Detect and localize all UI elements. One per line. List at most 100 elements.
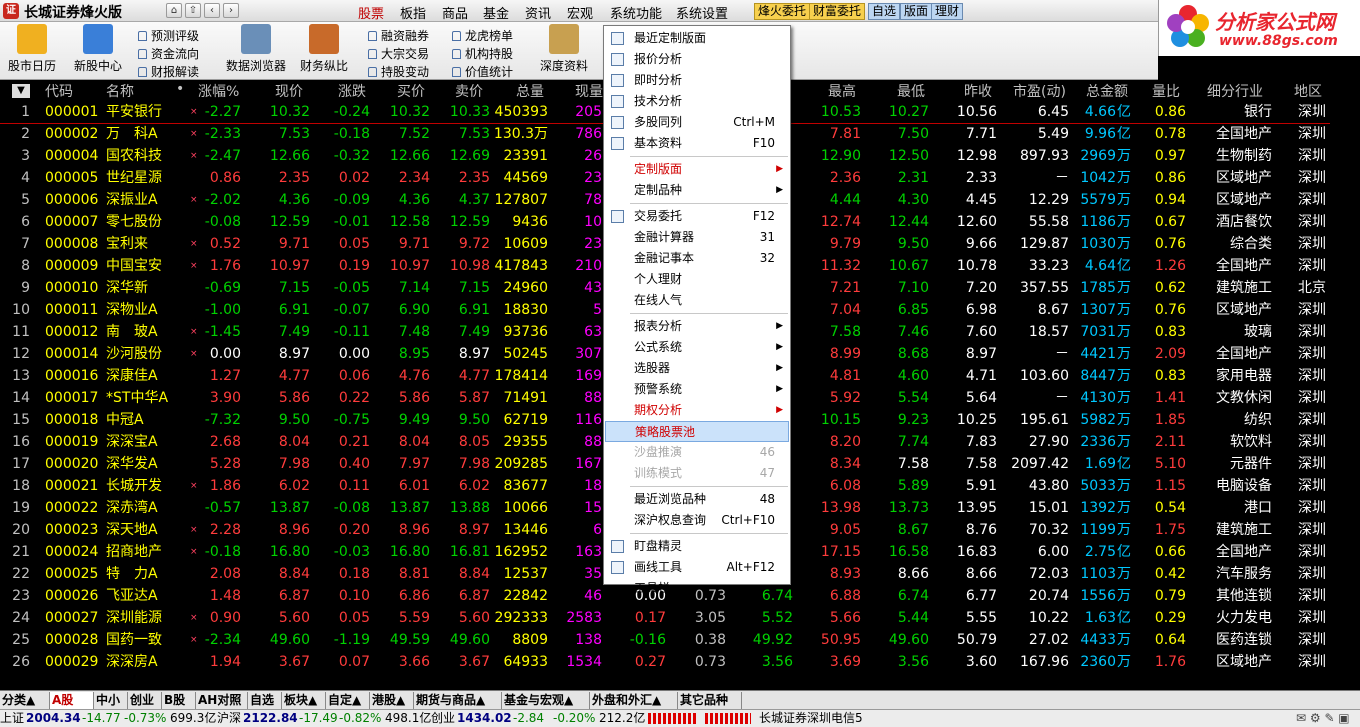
col-header-amount[interactable]: 总金额 bbox=[1086, 81, 1128, 101]
home-icon[interactable]: ⌂ bbox=[166, 3, 182, 18]
menu-5[interactable]: 宏观 bbox=[567, 3, 593, 22]
tab-3[interactable]: 创业 bbox=[128, 692, 162, 709]
col-header-price[interactable]: 现价 bbox=[275, 81, 303, 101]
tab-1[interactable]: A股 bbox=[50, 692, 94, 709]
toolbar-small-5[interactable]: 持股变动 bbox=[368, 63, 429, 80]
toolbar-big-label: 数据浏览器 bbox=[226, 59, 287, 73]
menu-7[interactable]: 系统设置 bbox=[676, 3, 728, 22]
menu-item-2[interactable]: 即时分析 bbox=[605, 70, 789, 91]
trade-button-4[interactable]: 理财 bbox=[931, 3, 964, 20]
col-header-chg_pct[interactable]: 涨幅% bbox=[198, 81, 239, 101]
col-header-cur[interactable]: 现量 bbox=[575, 81, 603, 101]
col-header-dot[interactable]: • bbox=[176, 81, 184, 101]
menu-item-25[interactable]: 最近浏览品种 48 bbox=[605, 489, 789, 510]
menu-item-29[interactable]: 画线工具 Alt+F12 bbox=[605, 557, 789, 578]
menu-item-16[interactable]: 报表分析 ▶ bbox=[605, 316, 789, 337]
col-header-code[interactable]: 代码 bbox=[45, 81, 73, 101]
tab-11[interactable]: 基金与宏观▲ bbox=[502, 692, 590, 709]
trade-button-0[interactable]: 烽火委托 bbox=[754, 3, 811, 20]
menu-item-26[interactable]: 深沪权息查询 Ctrl+F10 bbox=[605, 510, 789, 531]
toolbar-big-1[interactable]: 新股中心 bbox=[74, 24, 122, 74]
menu-item-30[interactable]: 工具栏 bbox=[605, 578, 789, 599]
menu-item-4[interactable]: 多股同列 Ctrl+M bbox=[605, 112, 789, 133]
tab-4[interactable]: B股 bbox=[162, 692, 196, 709]
trade-button-1[interactable]: 财富委托 bbox=[809, 3, 866, 20]
context-menu[interactable]: 最近定制版面 报价分析 即时分析 技术分析 多股同列 Ctrl+M 基本资料 F10 定制版面 ▶… bbox=[603, 25, 791, 595]
menu-item-12[interactable]: 金融记事本 32 bbox=[605, 248, 789, 269]
tab-9[interactable]: 港股▲ bbox=[370, 692, 414, 709]
menu-item-19[interactable]: 预警系统 ▶ bbox=[605, 379, 789, 400]
menu-item-3[interactable]: 技术分析 bbox=[605, 91, 789, 112]
toolbar-small-2[interactable]: 财报解读 bbox=[138, 63, 199, 80]
menu-item-20[interactable]: 期权分析 ▶ bbox=[605, 400, 789, 421]
menu-item-8[interactable]: 定制品种 ▶ bbox=[605, 180, 789, 201]
menu-item-10[interactable]: 交易委托 F12 bbox=[605, 206, 789, 227]
toolbar-small-0[interactable]: 预测评级 bbox=[138, 27, 199, 44]
col-header-chg[interactable]: 涨跌 bbox=[338, 81, 366, 101]
menu-item-17[interactable]: 公式系统 ▶ bbox=[605, 337, 789, 358]
forward-icon[interactable]: › bbox=[223, 3, 239, 18]
toolbar-small-6[interactable]: 龙虎榜单 bbox=[452, 27, 513, 44]
menu-item-7[interactable]: 定制版面 ▶ bbox=[605, 159, 789, 180]
toolbar-big-0[interactable]: 股市日历 bbox=[8, 24, 56, 74]
cell-10: 786 bbox=[575, 126, 602, 142]
tray-icons[interactable]: ✉ ⚙ ✎ ▣ bbox=[1296, 710, 1350, 727]
col-header-bid[interactable]: 买价 bbox=[397, 81, 425, 101]
tab-7[interactable]: 板块▲ bbox=[282, 692, 326, 709]
menu-4[interactable]: 资讯 bbox=[525, 3, 551, 22]
tab-8[interactable]: 自定▲ bbox=[326, 692, 370, 709]
col-header-prev[interactable]: 昨收 bbox=[964, 81, 992, 101]
col-header-idx[interactable]: ▼ bbox=[12, 84, 30, 98]
menu-item-1[interactable]: 报价分析 bbox=[605, 49, 789, 70]
menu-item-13[interactable]: 个人理财 bbox=[605, 269, 789, 290]
menu-item-18[interactable]: 选股器 ▶ bbox=[605, 358, 789, 379]
col-header-pe[interactable]: 市盈(动) bbox=[1013, 81, 1066, 101]
toolbar-small-7[interactable]: 机构持股 bbox=[452, 45, 513, 62]
tab-5[interactable]: AH对照 bbox=[196, 692, 248, 709]
toolbar-big-2[interactable]: 数据浏览器 bbox=[226, 24, 286, 74]
toolbar-small-1[interactable]: 资金流向 bbox=[138, 45, 199, 62]
menu-3[interactable]: 基金 bbox=[483, 3, 509, 22]
menu-item-5[interactable]: 基本资料 F10 bbox=[605, 133, 789, 154]
table-row[interactable]: 25 000028 国药一致 × -2.34 49.60 -1.19 49.59 49.60 88… bbox=[0, 630, 1360, 652]
cell-2: 招商地产 bbox=[106, 544, 162, 560]
menu-item-28[interactable]: 盯盘精灵 bbox=[605, 536, 789, 557]
tab-0[interactable]: 分类▲ bbox=[0, 692, 50, 709]
col-header-vol[interactable]: 总量 bbox=[516, 81, 544, 101]
menu-item-0[interactable]: 最近定制版面 bbox=[605, 28, 789, 49]
table-row[interactable]: 24 000027 深圳能源 × 0.90 5.60 0.05 5.59 5.60 292333 2… bbox=[0, 608, 1360, 630]
tab-6[interactable]: 自选 bbox=[248, 692, 282, 709]
cell-16: 7.58 bbox=[897, 456, 929, 472]
col-header-low[interactable]: 最低 bbox=[897, 81, 925, 101]
col-header-name[interactable]: 名称 bbox=[106, 81, 134, 101]
menu-6[interactable]: 系统功能 bbox=[610, 3, 662, 22]
toolbar-big-4[interactable]: 深度资料 bbox=[540, 24, 588, 74]
toolbar-small-3[interactable]: 融资融券 bbox=[368, 27, 429, 44]
col-header-region[interactable]: 地区 bbox=[1294, 81, 1322, 101]
up-icon[interactable]: ⇧ bbox=[185, 3, 201, 18]
menu-2[interactable]: 商品 bbox=[442, 3, 468, 22]
col-header-industry[interactable]: 细分行业 bbox=[1207, 81, 1263, 101]
cell-16: 8.67 bbox=[897, 522, 929, 538]
cell-15: 9.79 bbox=[829, 236, 861, 252]
back-icon[interactable]: ‹ bbox=[204, 3, 220, 18]
toolbar-small-4[interactable]: 大宗交易 bbox=[368, 45, 429, 62]
toolbar-big-3[interactable]: 财务纵比 bbox=[300, 24, 348, 74]
tab-2[interactable]: 中小 bbox=[94, 692, 128, 709]
col-header-high[interactable]: 最高 bbox=[828, 81, 856, 101]
trade-button-2[interactable]: 自选 bbox=[868, 3, 901, 20]
menu-item-14[interactable]: 在线人气 bbox=[605, 290, 789, 311]
tab-12[interactable]: 外盘和外汇▲ bbox=[590, 692, 678, 709]
menu-0[interactable]: 股票 bbox=[358, 3, 384, 22]
menu-item-11[interactable]: 金融计算器 31 bbox=[605, 227, 789, 248]
col-header-vr[interactable]: 量比 bbox=[1152, 81, 1180, 101]
menu-item-21[interactable]: 策略股票池 bbox=[605, 421, 789, 442]
tab-13[interactable]: 其它品种 bbox=[678, 692, 742, 709]
tab-10[interactable]: 期货与商品▲ bbox=[414, 692, 502, 709]
menu-1[interactable]: 板指 bbox=[400, 3, 426, 22]
toolbar-small-8[interactable]: 价值统计 bbox=[452, 63, 513, 80]
cell-region: 深圳 bbox=[1298, 632, 1326, 648]
table-row[interactable]: 26 000029 深深房A 1.94 3.67 0.07 3.66 3.67 64933 153… bbox=[0, 652, 1360, 674]
col-header-ask[interactable]: 卖价 bbox=[455, 81, 483, 101]
trade-button-3[interactable]: 版面 bbox=[900, 3, 933, 20]
